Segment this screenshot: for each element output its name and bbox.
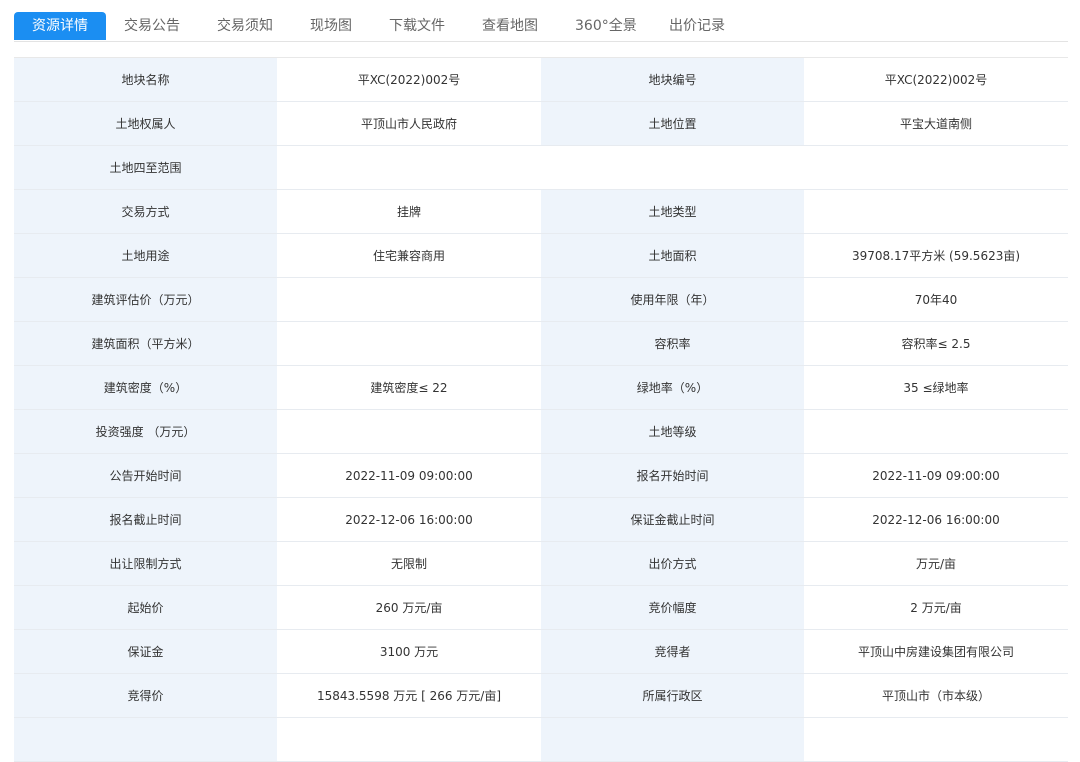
field-value: 35 ≤绿地率 — [804, 365, 1068, 410]
table-row: 起始价 260 万元/亩 竞价幅度 2 万元/亩 — [14, 585, 1068, 630]
tab-site-photos[interactable]: 现场图 — [310, 12, 352, 40]
field-label: 使用年限（年） — [541, 277, 804, 322]
field-value: 3100 万元 — [277, 629, 541, 674]
field-value — [277, 717, 541, 762]
field-value: 平顶山市（市本级） — [804, 673, 1068, 718]
land-detail-table: 地块名称 平XC(2022)002号 地块编号 平XC(2022)002号 土地… — [14, 58, 1068, 762]
field-value: 260 万元/亩 — [277, 585, 541, 630]
field-value: 平顶山市人民政府 — [277, 101, 541, 146]
field-label: 建筑密度（%） — [14, 365, 277, 410]
field-value: 住宅兼容商用 — [277, 233, 541, 278]
tab-resource-details[interactable]: 资源详情 — [14, 12, 106, 40]
field-label: 起始价 — [14, 585, 277, 630]
table-row: 交易方式 挂牌 土地类型 — [14, 189, 1068, 234]
field-value: 15843.5598 万元 [ 266 万元/亩] — [277, 673, 541, 718]
table-row: 建筑面积（平方米） 容积率 容积率≤ 2.5 — [14, 321, 1068, 366]
table-row: 投资强度 （万元） 土地等级 — [14, 409, 1068, 454]
field-label: 土地用途 — [14, 233, 277, 278]
table-row: 土地权属人 平顶山市人民政府 土地位置 平宝大道南侧 — [14, 101, 1068, 146]
field-label: 土地位置 — [541, 101, 804, 146]
field-label: 竞价幅度 — [541, 585, 804, 630]
field-value: 2022-11-09 09:00:00 — [277, 453, 541, 498]
field-value — [804, 409, 1068, 454]
field-label: 出让限制方式 — [14, 541, 277, 586]
table-row: 建筑评估价（万元） 使用年限（年） 70年40 — [14, 277, 1068, 322]
field-value: 2022-12-06 16:00:00 — [277, 497, 541, 542]
field-value: 万元/亩 — [804, 541, 1068, 586]
field-label — [14, 717, 277, 762]
field-label: 出价方式 — [541, 541, 804, 586]
detail-tabs: 资源详情 交易公告 交易须知 现场图 下载文件 查看地图 360°全景 出价记录 — [14, 12, 1068, 42]
field-label: 保证金 — [14, 629, 277, 674]
field-label: 竞得者 — [541, 629, 804, 674]
field-label: 土地类型 — [541, 189, 804, 234]
table-row: 建筑密度（%） 建筑密度≤ 22 绿地率（%） 35 ≤绿地率 — [14, 365, 1068, 410]
tab-bid-records[interactable]: 出价记录 — [669, 12, 725, 40]
table-row: 竞得价 15843.5598 万元 [ 266 万元/亩] 所属行政区 平顶山市… — [14, 673, 1068, 718]
field-label: 交易方式 — [14, 189, 277, 234]
field-value: 无限制 — [277, 541, 541, 586]
field-value: 建筑密度≤ 22 — [277, 365, 541, 410]
field-value — [804, 189, 1068, 234]
field-label: 竞得价 — [14, 673, 277, 718]
tab-download-files[interactable]: 下载文件 — [389, 12, 445, 40]
field-label: 建筑评估价（万元） — [14, 277, 277, 322]
field-label: 地块名称 — [14, 58, 277, 102]
field-value: 平宝大道南侧 — [804, 101, 1068, 146]
field-value — [277, 277, 541, 322]
field-value: 2 万元/亩 — [804, 585, 1068, 630]
field-label: 土地面积 — [541, 233, 804, 278]
field-label: 地块编号 — [541, 58, 804, 102]
land-detail-panel: 地块名称 平XC(2022)002号 地块编号 平XC(2022)002号 土地… — [14, 57, 1068, 762]
field-value: 39708.17平方米 (59.5623亩) — [804, 233, 1068, 278]
field-value — [277, 321, 541, 366]
field-value — [277, 145, 1068, 190]
table-row: 公告开始时间 2022-11-09 09:00:00 报名开始时间 2022-1… — [14, 453, 1068, 498]
table-row: 保证金 3100 万元 竞得者 平顶山中房建设集团有限公司 — [14, 629, 1068, 674]
field-value — [277, 409, 541, 454]
table-row: 报名截止时间 2022-12-06 16:00:00 保证金截止时间 2022-… — [14, 497, 1068, 542]
field-label: 报名开始时间 — [541, 453, 804, 498]
tab-transaction-notice[interactable]: 交易公告 — [124, 12, 180, 40]
field-label: 土地等级 — [541, 409, 804, 454]
field-value: 2022-12-06 16:00:00 — [804, 497, 1068, 542]
field-label: 建筑面积（平方米） — [14, 321, 277, 366]
field-value — [804, 717, 1068, 762]
field-label: 绿地率（%） — [541, 365, 804, 410]
field-value: 挂牌 — [277, 189, 541, 234]
field-label: 保证金截止时间 — [541, 497, 804, 542]
field-value: 平顶山中房建设集团有限公司 — [804, 629, 1068, 674]
tab-360-panorama[interactable]: 360°全景 — [575, 12, 637, 40]
table-row: 出让限制方式 无限制 出价方式 万元/亩 — [14, 541, 1068, 586]
field-label: 投资强度 （万元） — [14, 409, 277, 454]
table-row — [14, 717, 1068, 762]
table-row: 土地四至范围 — [14, 145, 1068, 190]
table-row: 土地用途 住宅兼容商用 土地面积 39708.17平方米 (59.5623亩) — [14, 233, 1068, 278]
field-label: 公告开始时间 — [14, 453, 277, 498]
tab-view-map[interactable]: 查看地图 — [482, 12, 538, 40]
table-row: 地块名称 平XC(2022)002号 地块编号 平XC(2022)002号 — [14, 58, 1068, 102]
field-value: 平XC(2022)002号 — [804, 58, 1068, 102]
field-label: 土地权属人 — [14, 101, 277, 146]
field-label: 土地四至范围 — [14, 145, 277, 190]
tab-transaction-rules[interactable]: 交易须知 — [217, 12, 273, 40]
field-value: 容积率≤ 2.5 — [804, 321, 1068, 366]
field-label: 容积率 — [541, 321, 804, 366]
field-value: 70年40 — [804, 277, 1068, 322]
field-label — [541, 717, 804, 762]
field-value: 2022-11-09 09:00:00 — [804, 453, 1068, 498]
field-value: 平XC(2022)002号 — [277, 58, 541, 102]
field-label: 所属行政区 — [541, 673, 804, 718]
field-label: 报名截止时间 — [14, 497, 277, 542]
